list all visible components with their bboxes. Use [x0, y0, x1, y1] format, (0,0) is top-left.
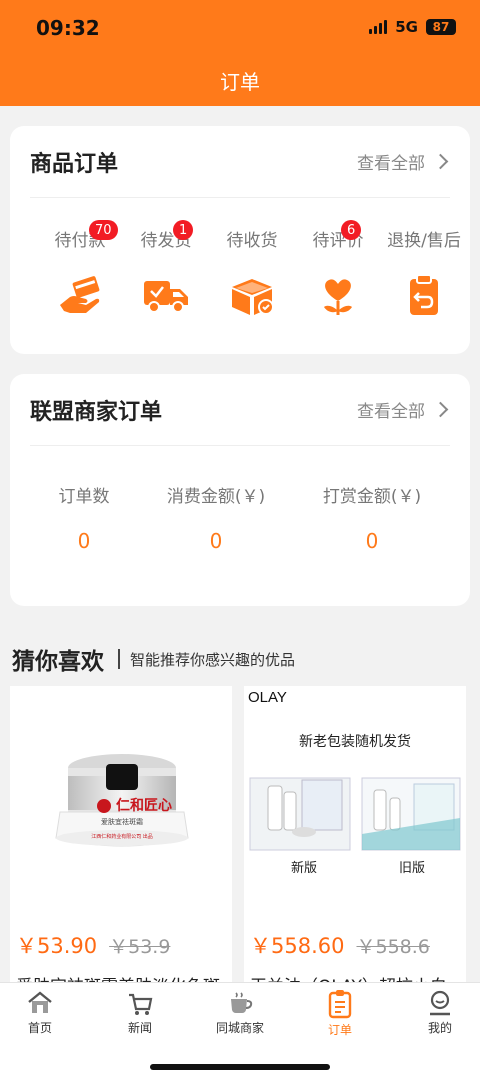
stat-tip-amount[interactable]: 打赏金额(￥) 0 [292, 482, 452, 553]
tab-profile[interactable]: 我的 [400, 989, 480, 1036]
top-header: 09:32 5G 87 订单 [0, 0, 480, 106]
order-status-after-sales[interactable]: 退换/售后 [381, 226, 467, 319]
alliance-orders-title: 联盟商家订单 [30, 399, 163, 425]
stat-label: 消费金额(￥) [166, 487, 266, 507]
product-price: ￥558.60 [250, 934, 345, 958]
tab-label: 同城商家 [215, 1021, 264, 1035]
tab-label: 订单 [327, 1023, 352, 1037]
heart-flower-icon [324, 279, 352, 315]
open-box-icon [232, 279, 274, 315]
tab-label: 我的 [427, 1021, 452, 1035]
user-icon [430, 990, 450, 1016]
product-image[interactable]: OLAY 新老包装随机发货 新版 旧版 [244, 686, 466, 908]
product-price: ￥53.90 [16, 934, 98, 958]
tab-home[interactable]: 首页 [0, 989, 80, 1036]
divider [118, 649, 120, 669]
network-type: 5G [395, 18, 418, 36]
stat-label: 打赏金额(￥) [322, 487, 422, 507]
order-status-pending-review[interactable]: 待评价 6 [295, 220, 381, 319]
goods-orders-card: 商品订单 查看全部 待付款 70 待发货 1 待收货 待评价 6 退换/售后 [10, 126, 470, 354]
chevron-right-icon [432, 401, 449, 418]
home-indicator [150, 1064, 330, 1070]
old-version-label: 旧版 [399, 861, 425, 876]
order-status-row: 待付款 70 待发货 1 待收货 待评价 6 退换/售后 [10, 220, 470, 319]
product-original-price: ￥558.6 [356, 936, 430, 958]
goods-orders-header: 商品订单 查看全部 [30, 126, 450, 198]
alliance-orders-view-all[interactable]: 查看全部 [357, 397, 450, 422]
order-status-pending-shipment[interactable]: 待发货 1 [123, 220, 209, 319]
order-status-label: 待收货 [226, 231, 278, 251]
view-all-label: 查看全部 [357, 154, 425, 174]
tab-orders[interactable]: 订单 [300, 989, 380, 1038]
return-clipboard-icon [410, 274, 438, 315]
home-icon [28, 991, 52, 1013]
product-price-row: ￥558.60 ￥558.6 [250, 930, 430, 960]
brand-mark: 仁和匠心 [116, 797, 172, 814]
view-all-label: 查看全部 [357, 402, 425, 422]
delivery-truck-icon [144, 281, 188, 313]
product-price-row: ￥53.90 ￥53.9 [16, 930, 170, 960]
recommend-title: 猜你喜欢 [12, 649, 104, 675]
product-card[interactable]: 仁和匠心 爱肤宜祛斑霜 江西仁和药业有限公司 出品 ￥53.90 ￥53.9 爱… [10, 686, 232, 997]
payment-hand-card-icon [60, 276, 100, 313]
olay-set-image: OLAY 新老包装随机发货 新版 旧版 [248, 689, 461, 876]
cart-icon [129, 993, 153, 1015]
maker-text: 江西仁和药业有限公司 出品 [91, 833, 153, 840]
goods-orders-view-all[interactable]: 查看全部 [357, 149, 450, 174]
order-status-pending-payment[interactable]: 待付款 70 [37, 220, 123, 319]
new-version-label: 新版 [291, 860, 317, 876]
recommend-header: 猜你喜欢 智能推荐你感兴趣的优品 [12, 642, 295, 676]
alliance-orders-header: 联盟商家订单 查看全部 [30, 374, 450, 446]
coffee-cup-icon [231, 992, 253, 1013]
product-card[interactable]: OLAY 新老包装随机发货 新版 旧版 ￥558.60 ￥558.6 玉兰油（O… [244, 686, 466, 997]
order-list-icon [328, 990, 352, 1019]
tab-label: 新闻 [127, 1021, 152, 1035]
tab-label: 首页 [27, 1021, 52, 1035]
product-original-price: ￥53.9 [109, 936, 171, 958]
cream-jar-image: 仁和匠心 爱肤宜祛斑霜 江西仁和药业有限公司 出品 [55, 754, 189, 847]
order-status-label: 退换/售后 [387, 231, 461, 251]
page-title: 订单 [220, 70, 260, 94]
goods-orders-title: 商品订单 [30, 151, 119, 177]
olay-logo: OLAY [248, 689, 287, 706]
stat-consumption-amount[interactable]: 消费金额(￥) 0 [136, 482, 296, 553]
status-indicators: 5G 87 [369, 18, 456, 36]
chevron-right-icon [432, 153, 449, 170]
signal-icon [369, 20, 388, 34]
order-status-pending-receipt[interactable]: 待收货 [209, 226, 295, 319]
tab-local-merchants[interactable]: 同城商家 [200, 989, 280, 1036]
product-image[interactable]: 仁和匠心 爱肤宜祛斑霜 江西仁和药业有限公司 出品 [10, 686, 232, 908]
stat-value: 0 [209, 529, 223, 553]
stat-value: 0 [365, 529, 379, 553]
recommend-subtitle: 智能推荐你感兴趣的优品 [130, 650, 296, 669]
alliance-orders-card: 联盟商家订单 查看全部 订单数 0 消费金额(￥) 0 打赏金额(￥) 0 [10, 374, 470, 606]
battery-icon: 87 [426, 19, 456, 35]
status-time: 09:32 [36, 16, 100, 40]
tab-news[interactable]: 新闻 [100, 989, 180, 1036]
packaging-banner: 新老包装随机发货 [299, 733, 411, 750]
order-count-badge: 70 [89, 220, 118, 240]
product-line-text: 爱肤宜祛斑霜 [101, 817, 143, 826]
